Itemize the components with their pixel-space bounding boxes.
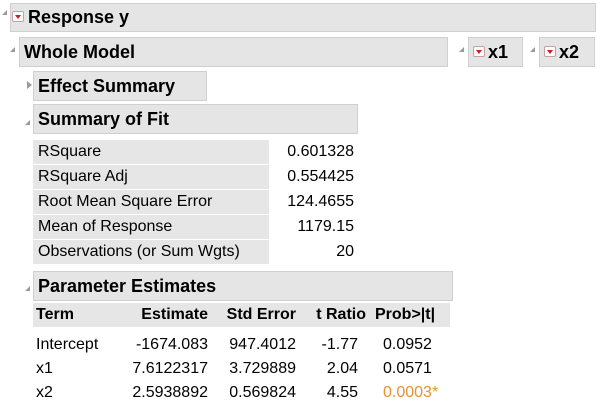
- term-cell: x2: [36, 384, 53, 401]
- fit-row-label: Observations (or Sum Wgts): [33, 240, 269, 264]
- response-y-title: Response y: [28, 7, 130, 27]
- std-error-cell: 947.4012: [229, 336, 296, 353]
- red-triangle-menu-icon[interactable]: [544, 46, 556, 57]
- collapse-triangle-icon[interactable]: [25, 286, 30, 291]
- term-cell: Intercept: [36, 336, 99, 353]
- collapse-triangle-icon[interactable]: [2, 10, 7, 15]
- fit-row-value: 1179.15: [297, 218, 354, 235]
- effect-summary-title: Effect Summary: [38, 76, 176, 96]
- x1-leverage-title: x1: [488, 42, 509, 62]
- fit-row-value: 0.554425: [287, 168, 354, 185]
- std-error-cell: 0.569824: [229, 384, 296, 401]
- t-ratio-cell: -1.77: [321, 336, 358, 353]
- t-ratio-cell: 4.55: [326, 384, 358, 401]
- prob-cell: 0.0571: [383, 360, 432, 377]
- red-triangle-menu-icon[interactable]: [473, 46, 485, 57]
- collapse-triangle-icon[interactable]: [459, 47, 464, 52]
- t-ratio-cell: 2.04: [326, 360, 358, 377]
- column-header-estimate[interactable]: Estimate: [113, 303, 210, 327]
- collapse-triangle-icon[interactable]: [10, 47, 15, 52]
- estimate-cell: -1674.083: [135, 336, 208, 353]
- fit-row-label: Root Mean Square Error: [33, 190, 269, 214]
- prob-cell: 0.0952: [383, 336, 432, 353]
- expand-triangle-icon[interactable]: [27, 81, 32, 89]
- whole-model-title: Whole Model: [24, 42, 135, 62]
- collapse-triangle-icon[interactable]: [530, 47, 535, 52]
- column-header-prob[interactable]: Prob>|t|: [368, 303, 450, 327]
- fit-row-label: RSquare Adj: [33, 165, 269, 189]
- std-error-cell: 3.729889: [229, 360, 296, 377]
- prob-cell-significant: 0.0003*: [383, 384, 439, 401]
- fit-row-label: Mean of Response: [33, 215, 269, 239]
- parameter-estimates-title: Parameter Estimates: [38, 276, 217, 296]
- fit-row-value: 20: [336, 243, 354, 260]
- fit-row-value: 0.601328: [287, 143, 354, 160]
- summary-of-fit-title: Summary of Fit: [38, 109, 170, 129]
- collapse-triangle-icon[interactable]: [25, 120, 30, 125]
- fit-row-label: RSquare: [33, 140, 269, 164]
- column-header-std-error[interactable]: Std Error: [210, 303, 298, 327]
- estimate-cell: 7.6122317: [132, 360, 208, 377]
- term-cell: x1: [36, 360, 53, 377]
- red-triangle-menu-icon[interactable]: [12, 11, 24, 22]
- column-header-term[interactable]: Term: [33, 303, 113, 327]
- column-header-t-ratio[interactable]: t Ratio: [298, 303, 368, 327]
- fit-row-value: 124.4655: [287, 193, 354, 210]
- x2-leverage-title: x2: [559, 42, 580, 62]
- estimate-cell: 2.5938892: [132, 384, 208, 401]
